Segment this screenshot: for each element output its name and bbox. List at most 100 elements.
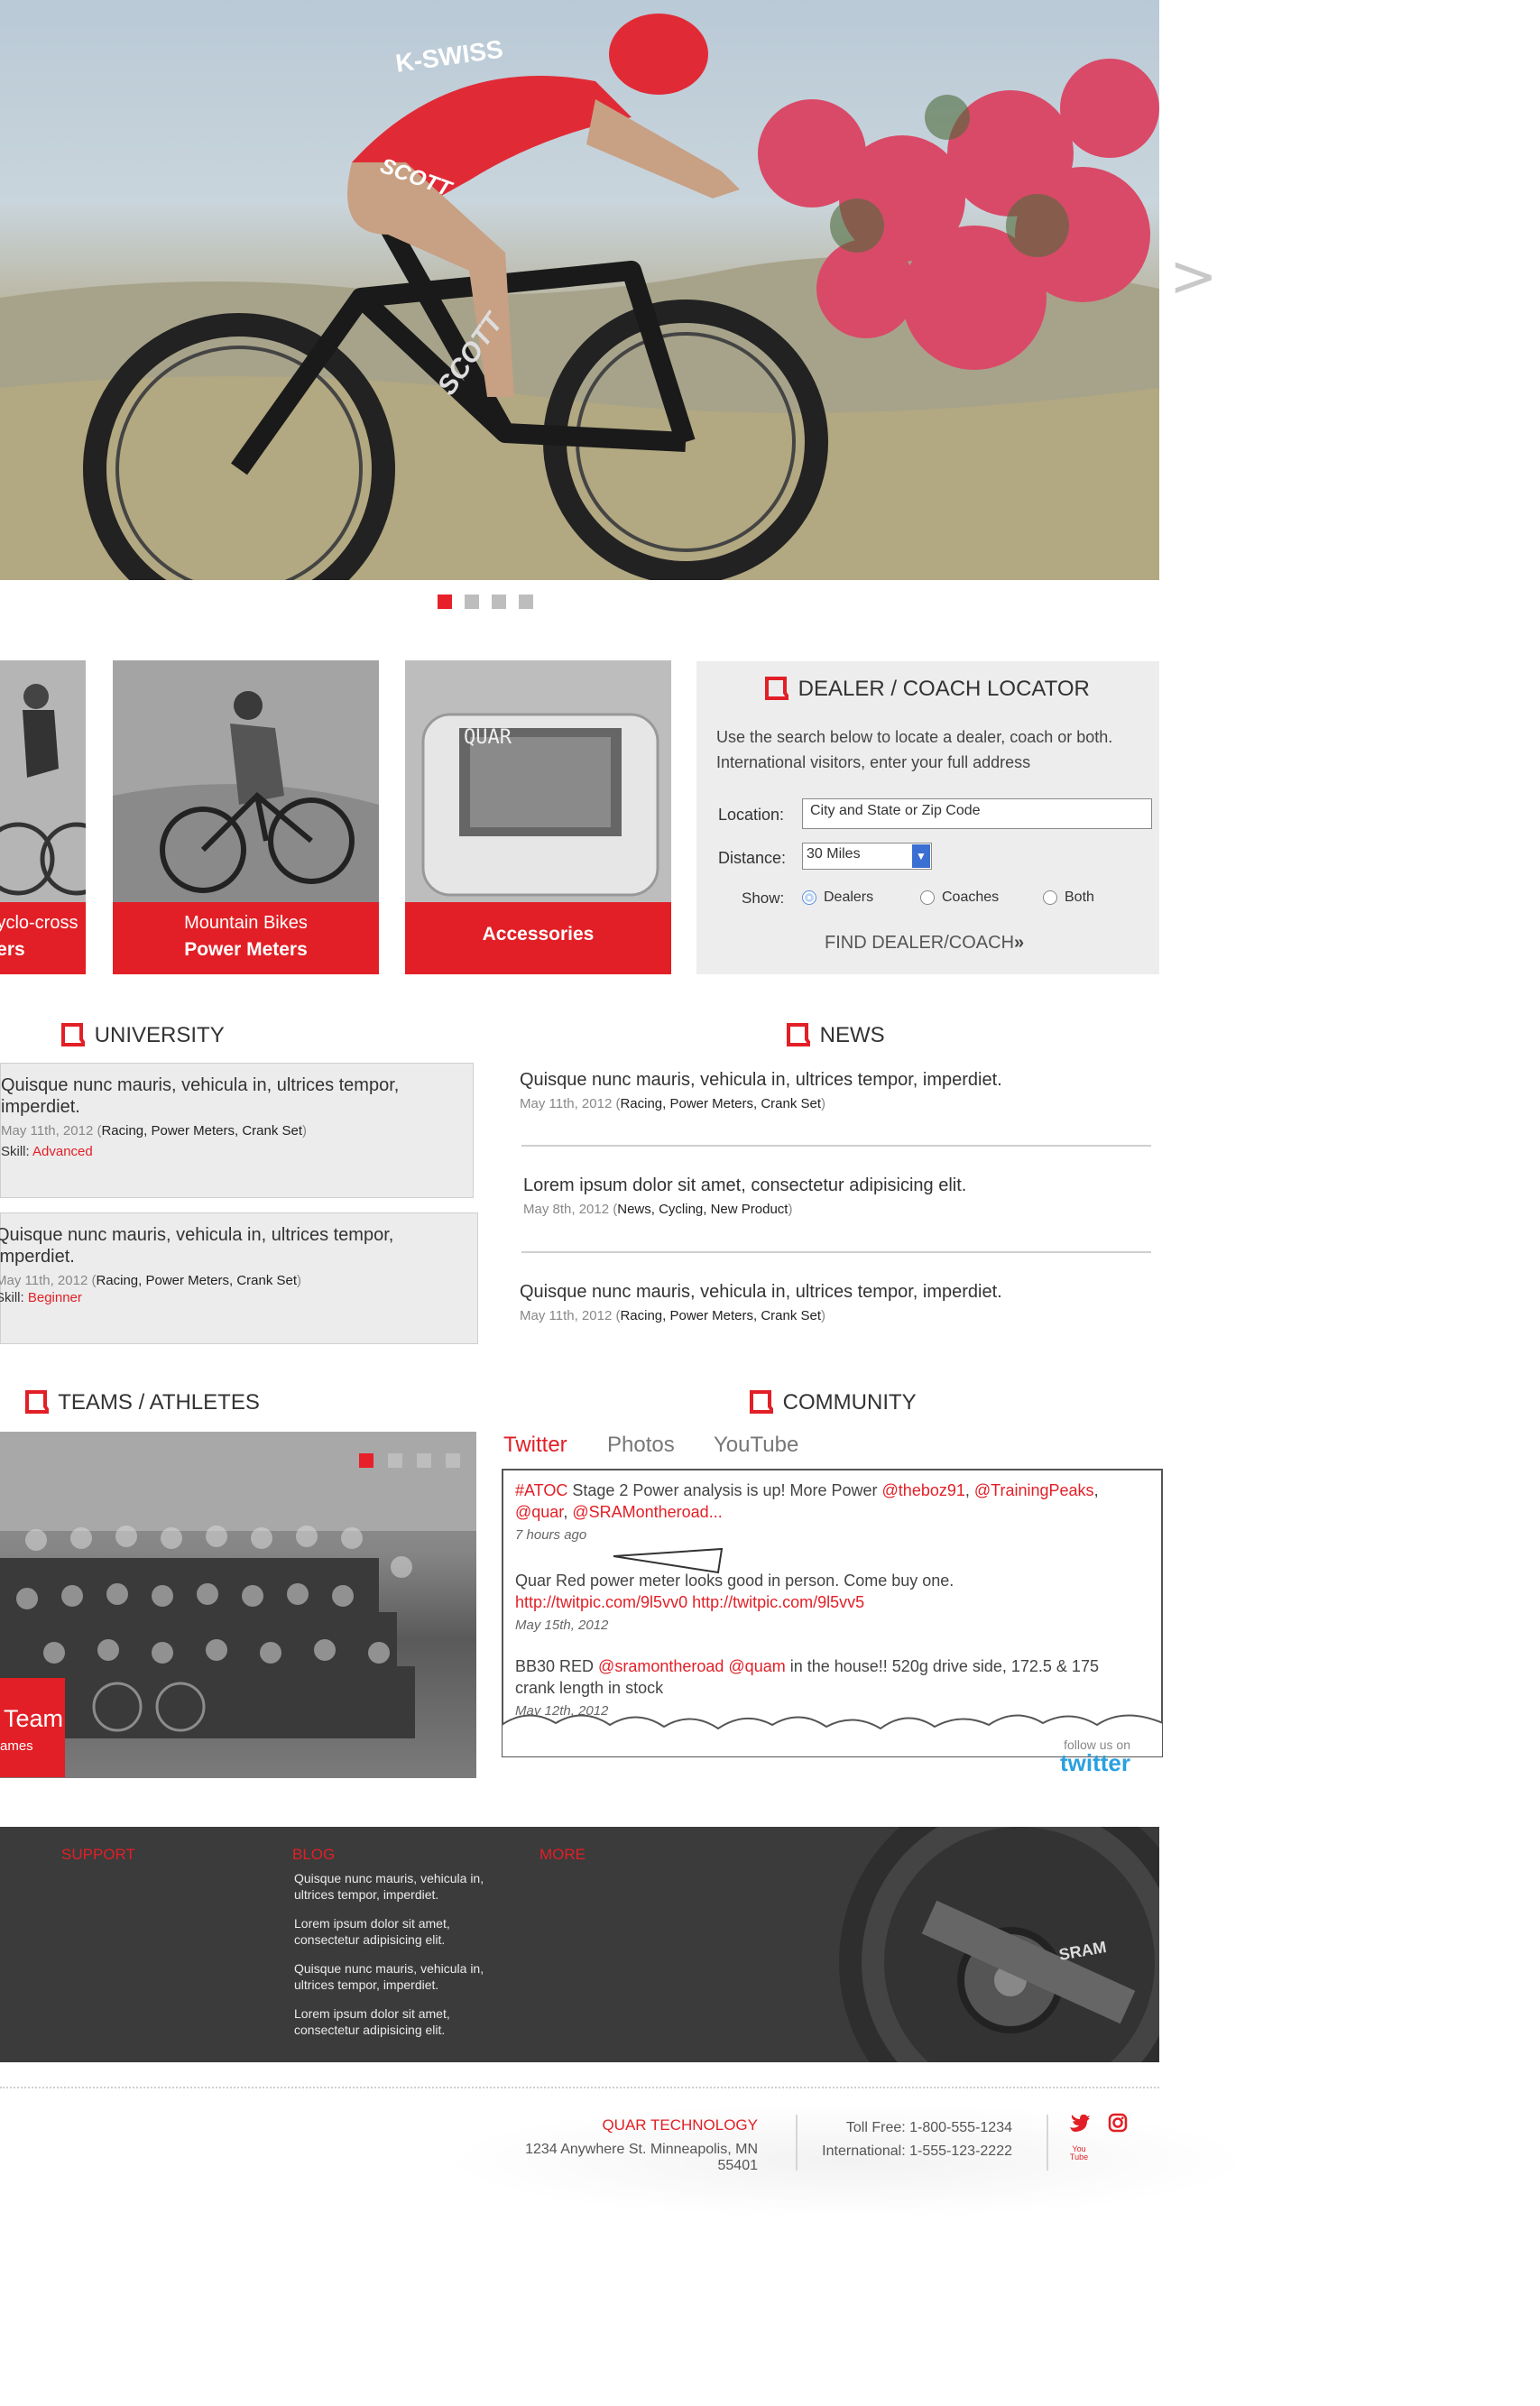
university-item-skill: Skill: Beginner [0, 1290, 82, 1305]
distance-label: Distance: [718, 849, 787, 867]
university-item-meta: May 11th, 2012 (Racing, Power Meters, Cr… [0, 1273, 302, 1288]
news-item-meta: May 11th, 2012 (Racing, Power Meters, Cr… [520, 1308, 826, 1323]
locator-title-wrap: DEALER / COACH LOCATOR [763, 676, 1090, 702]
show-label: Show: [742, 890, 785, 907]
tile-device-text: QUAR [464, 726, 512, 749]
news-item-meta: May 11th, 2012 (Racing, Power Meters, Cr… [520, 1096, 826, 1111]
teams-dot-2[interactable] [388, 1453, 402, 1468]
team-photo-image [0, 1432, 476, 1738]
radio-coaches-label: Coaches [942, 890, 1000, 905]
university-card-1[interactable]: Quisque nunc mauris, vehicula in, ultric… [0, 1063, 474, 1198]
company-name: QUAR TECHNOLOGY [602, 2116, 758, 2134]
footer-more-link[interactable]: MORE [539, 1846, 586, 1864]
university-item-meta: May 11th, 2012 (Racing, Power Meters, Cr… [1, 1123, 308, 1138]
news-divider [521, 1145, 1151, 1147]
address-divider [796, 2115, 798, 2171]
teams-dot-1[interactable] [359, 1453, 373, 1468]
radio-both[interactable]: Both [1043, 890, 1094, 906]
chevron-down-icon[interactable]: ▼ [912, 844, 930, 868]
teams-dot-4[interactable] [446, 1453, 460, 1468]
hero-dot-3[interactable] [492, 595, 506, 609]
footer-blog-item[interactable]: Quisque nunc mauris, vehicula in, ultrice… [294, 1870, 511, 1903]
social-divider [1047, 2115, 1048, 2171]
locator-title: DEALER / COACH LOCATOR [798, 677, 1090, 701]
news-title: NEWS [819, 1023, 885, 1047]
instagram-icon[interactable] [1108, 2113, 1128, 2133]
news-item-title[interactable]: Quisque nunc mauris, vehicula in, ultric… [520, 1281, 1151, 1303]
footer-blog-link[interactable]: BLOG [292, 1846, 335, 1864]
team-label-title: Team [4, 1705, 64, 1732]
hero-slide[interactable]: K-SWISS SCOTT SCOTT [0, 0, 1159, 580]
street-address: 1234 Anywhere St. Minneapolis, MN 55401 [525, 2142, 758, 2173]
tile-mountain-bikes[interactable]: Mountain Bikes Power Meters [113, 660, 379, 974]
news-item-title[interactable]: Quisque nunc mauris, vehicula in, ultric… [520, 1069, 1151, 1091]
radio-dealers[interactable]: Dealers [802, 890, 873, 906]
tile-cyclocross[interactable]: Cyclo-cross Meters [0, 660, 86, 974]
quar-logo-icon [765, 676, 788, 700]
international-phone: International: 1-555-123-2222 [822, 2143, 1012, 2159]
footer-support-link[interactable]: SUPPORT [61, 1846, 135, 1864]
hero-dot-2[interactable] [465, 595, 479, 609]
footer-blog-item[interactable]: Lorem ipsum dolor sit amet, consectetur a… [294, 2005, 511, 2038]
tab-photos[interactable]: Photos [607, 1433, 675, 1458]
radio-dealers-circle[interactable] [802, 890, 816, 905]
hero-jersey-text: K-SWISS [394, 35, 505, 78]
youtube-icon[interactable]: You Tube [1069, 2145, 1089, 2167]
location-input-placeholder: City and State or Zip Code [810, 803, 981, 818]
radio-coaches[interactable]: Coaches [920, 890, 999, 906]
footer-blog-item[interactable]: Quisque nunc mauris, vehicula in, ultrice… [294, 1960, 511, 1993]
quar-logo-icon [750, 1389, 773, 1414]
crankset-image: SRAM [839, 1827, 1159, 2062]
news-item-2[interactable]: Lorem ipsum dolor sit amet, consectetur … [523, 1175, 1155, 1217]
hero-dot-1[interactable] [438, 595, 452, 609]
tile-cyclocross-photo [0, 660, 86, 902]
tollfree-phone: Toll Free: 1-800-555-1234 [845, 2120, 1012, 2135]
news-item-1[interactable]: Quisque nunc mauris, vehicula in, ultric… [520, 1069, 1151, 1111]
news-item-meta: May 8th, 2012 (News, Cycling, New Produc… [523, 1202, 793, 1217]
tile-mountain-bikes-photo [113, 660, 379, 902]
news-item-title[interactable]: Lorem ipsum dolor sit amet, consectetur … [523, 1175, 1155, 1196]
tweet-2: Quar Red power meter looks good in perso… [515, 1572, 954, 1633]
footer-blog-item[interactable]: Lorem ipsum dolor sit amet, consectetur a… [294, 1915, 511, 1948]
footer-dark: SRAM SUPPORT BLOG MORE Quisque nunc maur… [0, 1827, 1159, 2062]
tab-twitter[interactable]: Twitter [503, 1433, 567, 1458]
quar-logo-icon [25, 1389, 49, 1414]
teams-dot-3[interactable] [417, 1453, 431, 1468]
news-divider [521, 1251, 1151, 1253]
hero-dot-4[interactable] [519, 595, 533, 609]
distance-select[interactable]: 30 Miles ▼ [802, 843, 932, 870]
university-card-2[interactable]: Quisque nunc mauris, vehicula in, ultric… [0, 1212, 478, 1344]
dealer-locator: DEALER / COACH LOCATOR Use the search be… [696, 661, 1159, 974]
teams-photo[interactable] [0, 1432, 476, 1778]
tile-accessories-photo: QUAR [405, 660, 671, 902]
tweet-time: 7 hours ago [515, 1527, 587, 1543]
team-label[interactable]: Team ames [0, 1678, 65, 1777]
university-heading: UNIVERSITY [60, 1022, 225, 1048]
tab-youtube[interactable]: YouTube [714, 1433, 798, 1458]
university-item-title[interactable]: Quisque nunc mauris, vehicula in, ultric… [0, 1224, 477, 1268]
location-input[interactable]: City and State or Zip Code [802, 798, 1152, 829]
quar-logo-icon [61, 1022, 85, 1046]
teams-pagination [359, 1453, 460, 1468]
news-item-3[interactable]: Quisque nunc mauris, vehicula in, ultric… [520, 1281, 1151, 1323]
team-label-sub: ames [0, 1738, 33, 1754]
find-dealer-label: FIND DEALER/COACH [825, 933, 1015, 953]
radio-coaches-circle[interactable] [920, 890, 935, 905]
phone-block: Toll Free: 1-800-555-1234 International:… [812, 2120, 1012, 2160]
follow-us-twitter[interactable]: follow us on twitter [1060, 1738, 1130, 1775]
find-dealer-button[interactable]: FIND DEALER/COACH» [825, 933, 1024, 954]
distance-select-value: 30 Miles [807, 846, 861, 862]
twitter-wordmark: twitter [1060, 1749, 1130, 1776]
radio-both-circle[interactable] [1043, 890, 1057, 905]
teams-title: TEAMS / ATHLETES [58, 1390, 260, 1415]
tweet-time: May 15th, 2012 [515, 1618, 609, 1633]
twitter-feed[interactable]: #ATOC Stage 2 Power analysis is up! More… [502, 1469, 1163, 1757]
hero-next-arrow[interactable]: > [1169, 248, 1218, 306]
locator-desc-line2: International visitors, enter your full … [716, 753, 1031, 771]
tile-accessories[interactable]: QUAR Accessories [405, 660, 671, 974]
community-heading: COMMUNITY [748, 1389, 917, 1415]
twitter-bird-icon[interactable] [1068, 2113, 1090, 2133]
radio-both-label: Both [1065, 890, 1094, 905]
university-item-skill: Skill: Advanced [1, 1144, 93, 1159]
university-item-title[interactable]: Quisque nunc mauris, vehicula in, ultric… [1, 1074, 473, 1118]
